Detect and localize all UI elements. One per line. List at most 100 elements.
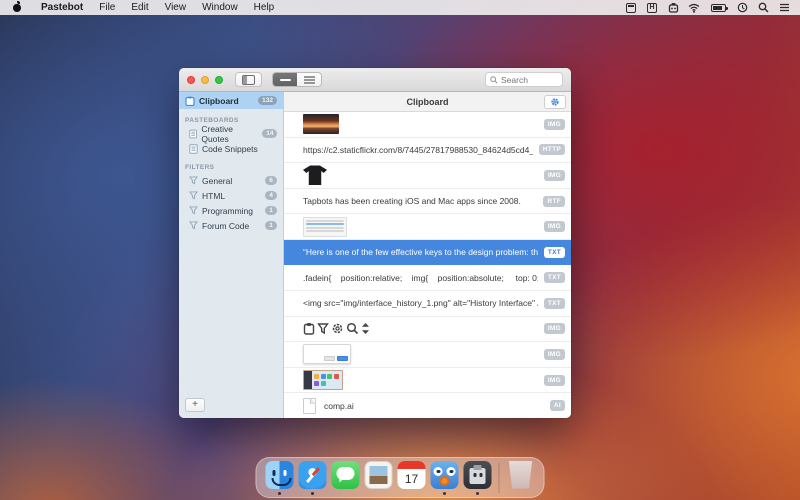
view-mode-segmented-control bbox=[272, 72, 322, 87]
count-badge: 1 bbox=[265, 206, 277, 215]
list-item[interactable]: <img src="img/interface_history_1.png" a… bbox=[284, 291, 571, 317]
clock-icon[interactable] bbox=[736, 2, 748, 14]
item-text: comp.ai bbox=[324, 401, 544, 411]
filter-funnel-icon bbox=[189, 191, 198, 200]
sidebar-item-clipboard[interactable]: Clipboard 132 bbox=[179, 92, 283, 109]
list-item[interactable]: IMG bbox=[284, 317, 571, 343]
sidebar: Clipboard 132 PASTEBOARDS Creative Quote… bbox=[179, 92, 284, 418]
list-item[interactable]: comp.ai AI bbox=[284, 393, 571, 418]
dock-calendar-icon[interactable]: 17 bbox=[398, 461, 426, 495]
type-badge: AI bbox=[550, 400, 565, 411]
sidebar-item-general[interactable]: General 6 bbox=[179, 173, 283, 188]
sidebar-item-programming[interactable]: Programming 1 bbox=[179, 203, 283, 218]
menu-window[interactable]: Window bbox=[202, 2, 238, 13]
compact-view-button[interactable] bbox=[273, 73, 297, 86]
dock-pastebot-icon[interactable] bbox=[464, 461, 492, 495]
file-icon bbox=[303, 398, 316, 414]
battery-icon[interactable] bbox=[709, 2, 727, 14]
menu-edit[interactable]: Edit bbox=[131, 2, 148, 13]
pastebot-status-icon[interactable] bbox=[667, 2, 679, 14]
wifi-icon[interactable] bbox=[688, 2, 700, 14]
clipboard-icon bbox=[303, 322, 315, 335]
filter-funnel-icon bbox=[189, 221, 198, 230]
type-badge: IMG bbox=[544, 375, 565, 386]
list-title: Clipboard bbox=[284, 97, 571, 107]
zoom-button[interactable] bbox=[215, 76, 223, 84]
dock-trash-icon[interactable] bbox=[507, 461, 535, 495]
window-titlebar[interactable] bbox=[179, 68, 571, 92]
dock: 17 bbox=[256, 457, 545, 498]
sidebar-item-code-snippets[interactable]: Code Snippets bbox=[179, 141, 283, 156]
item-text: “Here is one of the few effective keys t… bbox=[303, 247, 538, 257]
clipboard-list: IMG https://c2.staticflickr.com/8/7445/2… bbox=[284, 112, 571, 418]
sidebar-item-label: Forum Code bbox=[202, 221, 249, 231]
count-badge: 1 bbox=[265, 221, 277, 230]
sort-arrows-icon bbox=[361, 322, 370, 335]
dock-safari-icon[interactable] bbox=[299, 461, 327, 495]
add-pasteboard-button[interactable]: + bbox=[185, 398, 205, 412]
sidebar-section-filters: FILTERS bbox=[179, 156, 283, 173]
list-header: Clipboard bbox=[284, 92, 571, 112]
search-field[interactable] bbox=[485, 72, 563, 87]
magnifier-icon bbox=[346, 322, 359, 335]
sidebar-item-html[interactable]: HTML 4 bbox=[179, 188, 283, 203]
count-badge: 4 bbox=[265, 191, 277, 200]
menu-view[interactable]: View bbox=[165, 2, 187, 13]
list-item[interactable]: IMG bbox=[284, 342, 571, 368]
pastebot-window: Clipboard 132 PASTEBOARDS Creative Quote… bbox=[179, 68, 571, 418]
close-button[interactable] bbox=[187, 76, 195, 84]
list-item[interactable]: Tapbots has been creating iOS and Mac ap… bbox=[284, 189, 571, 215]
item-text: .fadein{ position:relative; img{ positio… bbox=[303, 273, 538, 283]
filter-funnel-icon bbox=[189, 206, 198, 215]
list-item[interactable]: .fadein{ position:relative; img{ positio… bbox=[284, 265, 571, 291]
search-input[interactable] bbox=[501, 75, 555, 85]
pasteboard-icon bbox=[189, 144, 198, 154]
sidebar-toggle-button[interactable] bbox=[235, 72, 262, 87]
apple-menu-icon[interactable] bbox=[12, 2, 23, 13]
item-text: <img src="img/interface_history_1.png" a… bbox=[303, 298, 538, 308]
minimize-button[interactable] bbox=[201, 76, 209, 84]
menu-help[interactable]: Help bbox=[254, 2, 275, 13]
sidebar-item-label: Clipboard bbox=[199, 96, 239, 106]
spotlight-search-icon[interactable] bbox=[757, 2, 769, 14]
sidebar-item-forum-code[interactable]: Forum Code 1 bbox=[179, 218, 283, 233]
list-item[interactable]: IMG bbox=[284, 163, 571, 189]
item-text: https://c2.staticflickr.com/8/7445/27817… bbox=[303, 145, 533, 155]
sidebar-item-label: Code Snippets bbox=[202, 144, 258, 154]
tshirt-photo-thumbnail bbox=[303, 165, 327, 185]
menu-file[interactable]: File bbox=[99, 2, 115, 13]
notification-center-icon[interactable] bbox=[778, 2, 790, 14]
list-item[interactable]: IMG bbox=[284, 112, 571, 138]
sunset-photo-thumbnail bbox=[303, 114, 339, 134]
type-badge: IMG bbox=[544, 349, 565, 360]
gear-icon bbox=[331, 322, 344, 335]
item-text: Tapbots has been creating iOS and Mac ap… bbox=[303, 196, 537, 206]
app-screenshot-thumbnail bbox=[303, 217, 347, 237]
dock-finder-icon[interactable] bbox=[266, 461, 294, 495]
type-badge: IMG bbox=[544, 119, 565, 130]
sidebar-item-label: HTML bbox=[202, 191, 225, 201]
menu-app-name[interactable]: Pastebot bbox=[41, 2, 83, 13]
search-icon bbox=[490, 76, 498, 84]
list-item[interactable]: IMG bbox=[284, 368, 571, 394]
dock-tweetbot-icon[interactable] bbox=[431, 461, 459, 495]
filter-funnel-icon bbox=[317, 322, 329, 335]
sidebar-item-creative-quotes[interactable]: Creative Quotes 14 bbox=[179, 126, 283, 141]
dock-messages-icon[interactable] bbox=[332, 461, 360, 495]
clipboard-settings-button[interactable] bbox=[544, 95, 566, 109]
count-badge: 14 bbox=[262, 129, 277, 138]
calendar-status-icon[interactable] bbox=[625, 2, 637, 14]
clipboard-list-panel: Clipboard IMG https://c2.staticflickr.co… bbox=[284, 92, 571, 418]
sidebar-item-label: Programming bbox=[202, 206, 253, 216]
list-item[interactable]: IMG bbox=[284, 214, 571, 240]
list-item[interactable]: https://c2.staticflickr.com/8/7445/27817… bbox=[284, 138, 571, 164]
compact-view-icon bbox=[280, 78, 291, 82]
h-app-status-icon[interactable]: H bbox=[646, 2, 658, 14]
filter-funnel-icon bbox=[189, 176, 198, 185]
sidebar-item-label: General bbox=[202, 176, 232, 186]
list-item-selected[interactable]: “Here is one of the few effective keys t… bbox=[284, 240, 571, 266]
type-badge: HTTP bbox=[539, 144, 565, 155]
expanded-view-button[interactable] bbox=[297, 73, 321, 86]
pasteboard-icon bbox=[189, 129, 197, 139]
dock-photos-icon[interactable] bbox=[365, 461, 393, 495]
